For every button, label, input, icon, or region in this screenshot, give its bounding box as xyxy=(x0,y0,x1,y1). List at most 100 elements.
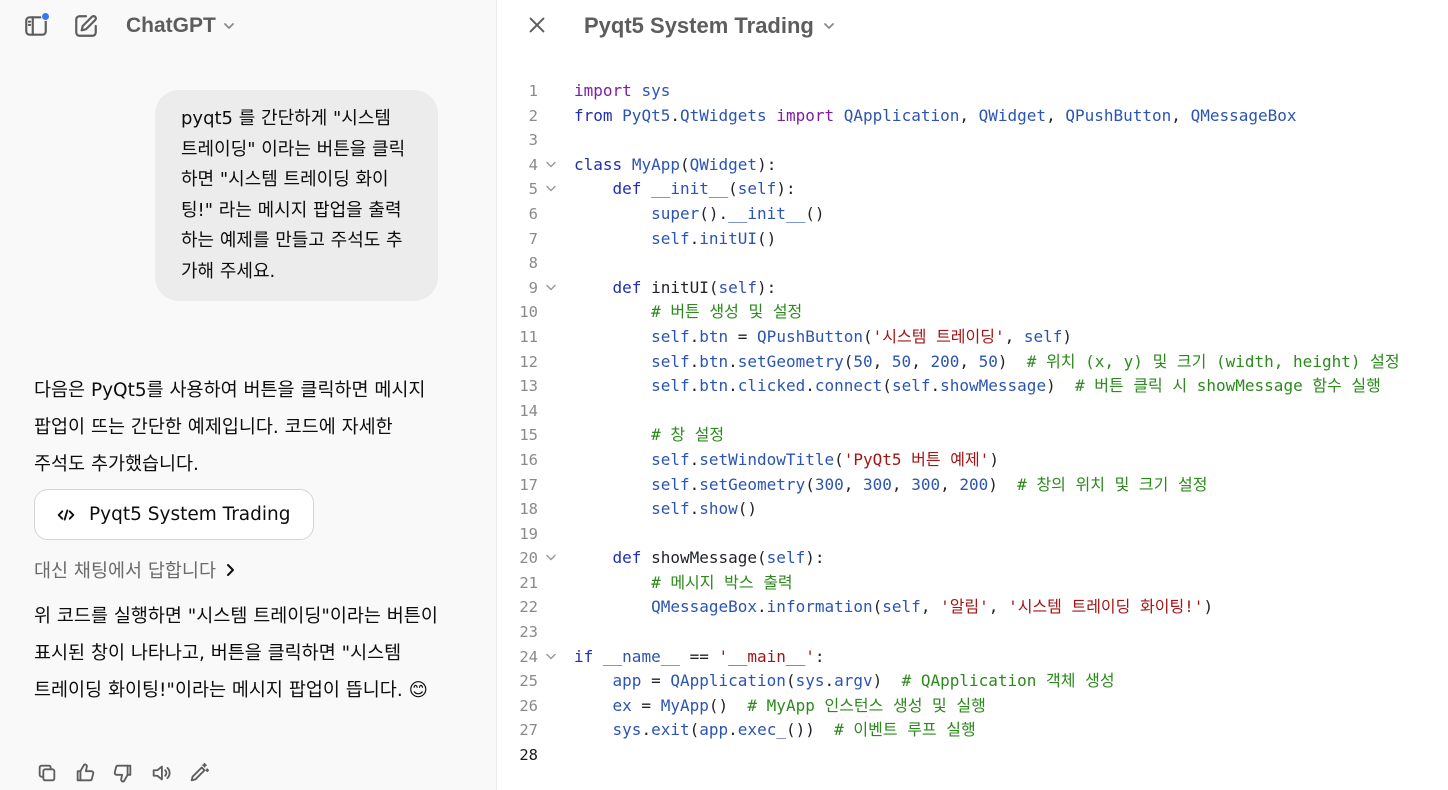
code-line[interactable]: 1 import sys xyxy=(498,79,1448,104)
fold-chevron-icon[interactable] xyxy=(545,185,557,193)
code-token: __init__ xyxy=(728,203,806,223)
code-line[interactable]: 11 self.btn = QPushButton('시스템 트레이딩', se… xyxy=(498,325,1448,350)
code-line[interactable]: 6 super().__init__() xyxy=(498,202,1448,227)
code-token: ( xyxy=(728,179,738,199)
code-token: ( xyxy=(843,351,854,371)
fold-chevron-icon[interactable] xyxy=(545,554,557,562)
document-title-menu[interactable]: Pyqt5 System Trading xyxy=(584,10,836,42)
code-line-content: self.btn = QPushButton('시스템 트레이딩', self) xyxy=(574,325,1072,350)
code-token: , xyxy=(872,351,892,371)
code-token: ex xyxy=(612,695,632,715)
code-token: = xyxy=(641,671,671,691)
code-token: app xyxy=(699,720,729,740)
code-token: ) xyxy=(989,449,999,469)
code-line[interactable]: 8 xyxy=(498,251,1448,276)
code-line[interactable]: 23 xyxy=(498,620,1448,645)
code-token: # 메시지 박스 출력 xyxy=(651,572,793,592)
code-line[interactable]: 10 # 버튼 생성 및 설정 xyxy=(498,300,1448,325)
thumbs-down-button[interactable] xyxy=(110,760,136,786)
code-line-content: def __init__(self): xyxy=(574,177,796,202)
answer-in-chat-link[interactable]: 대신 채팅에서 답합니다 xyxy=(34,555,238,585)
code-token: ): xyxy=(757,154,777,174)
code-line[interactable]: 26 ex = MyApp() # MyApp 인스턴스 생성 및 실행 xyxy=(498,694,1448,719)
thumbs-up-icon xyxy=(76,763,95,782)
code-token: PyQt5 xyxy=(622,105,671,125)
thumbs-up-button[interactable] xyxy=(72,760,98,786)
code-token: btn xyxy=(699,376,729,396)
code-line[interactable]: 14 xyxy=(498,399,1448,424)
code-line[interactable]: 17 self.setGeometry(300, 300, 300, 200) … xyxy=(498,473,1448,498)
code-token: () xyxy=(708,695,748,715)
code-line[interactable]: 27 sys.exit(app.exec_()) # 이벤트 루프 실행 xyxy=(498,718,1448,743)
code-line[interactable]: 19 xyxy=(498,522,1448,547)
code-line[interactable]: 24 if __name__ == '__main__': xyxy=(498,645,1448,670)
code-line[interactable]: 28 xyxy=(498,743,1448,768)
code-line[interactable]: 18 self.show() xyxy=(498,497,1448,522)
code-canvas: Pyqt5 System Trading 1 import sys 2 from Py… xyxy=(498,0,1448,790)
code-token: . xyxy=(641,720,652,740)
code-line[interactable]: 5 def __init__(self): xyxy=(498,177,1448,202)
code-token: class xyxy=(574,154,623,174)
code-token: self xyxy=(651,228,690,248)
code-line[interactable]: 4 class MyApp(QWidget): xyxy=(498,153,1448,178)
code-line[interactable]: 22 QMessageBox.information(self, '알림', '… xyxy=(498,595,1448,620)
code-token: , xyxy=(1171,105,1191,125)
code-line[interactable]: 2 from PyQt5.QtWidgets import QApplicatio… xyxy=(498,104,1448,129)
code-token: 300 xyxy=(814,474,844,494)
edit-in-canvas-button[interactable] xyxy=(186,760,212,786)
code-token: self xyxy=(1023,326,1063,346)
code-token: ( xyxy=(872,597,883,617)
line-number: 5 xyxy=(528,180,538,199)
sidebar-toggle-button[interactable] xyxy=(20,10,52,42)
fold-chevron-icon[interactable] xyxy=(545,161,557,169)
code-token: import xyxy=(574,81,632,100)
code-line[interactable]: 12 self.btn.setGeometry(50, 50, 200, 50)… xyxy=(498,350,1448,375)
code-token: '시스템 트레이딩' xyxy=(872,326,1005,346)
code-line[interactable]: 3 xyxy=(498,128,1448,153)
read-aloud-button[interactable] xyxy=(148,760,174,786)
canvas-card-button[interactable]: Pyqt5 System Trading xyxy=(34,489,314,540)
close-canvas-button[interactable] xyxy=(522,10,552,40)
assistant-intro-text: 다음은 PyQt5를 사용하여 버튼을 클릭하면 메시지 팝업이 뜨는 간단한 … xyxy=(34,380,426,475)
code-token: . xyxy=(728,376,738,396)
line-number: 19 xyxy=(519,524,538,543)
code-token: __init__ xyxy=(651,179,729,199)
code-line[interactable]: 15 # 창 설정 xyxy=(498,423,1448,448)
code-token: 300 xyxy=(911,474,941,494)
code-token: , xyxy=(920,597,941,617)
code-editor[interactable]: 1 import sys 2 from PyQt5.QtWidgets import … xyxy=(498,79,1448,768)
code-line-content: QMessageBox.information(self, '알림', '시스템… xyxy=(574,595,1213,620)
code-token: () xyxy=(737,499,758,519)
code-token: showMessage( xyxy=(641,548,767,568)
code-line[interactable]: 20 def showMessage(self): xyxy=(498,546,1448,571)
code-line[interactable]: 16 self.setWindowTitle('PyQt5 버튼 예제') xyxy=(498,448,1448,473)
new-chat-button[interactable] xyxy=(70,10,102,42)
code-token: , xyxy=(1046,105,1066,125)
code-line[interactable]: 21 # 메시지 박스 출력 xyxy=(498,571,1448,596)
code-token: . xyxy=(689,376,700,396)
code-line[interactable]: 9 def initUI(self): xyxy=(498,276,1448,301)
line-number: 15 xyxy=(519,426,538,445)
code-line[interactable]: 7 self.initUI() xyxy=(498,227,1448,252)
code-token: , xyxy=(843,474,864,494)
fold-chevron-icon[interactable] xyxy=(545,653,557,661)
code-token: 300 xyxy=(863,474,892,494)
code-token: ( xyxy=(679,154,690,174)
code-token: (). xyxy=(699,203,729,223)
chevron-right-icon xyxy=(226,564,234,576)
code-token: ( xyxy=(863,326,873,346)
model-selector[interactable]: ChatGPT xyxy=(126,12,236,40)
line-number: 18 xyxy=(519,500,538,519)
copy-button[interactable] xyxy=(34,760,60,786)
code-line[interactable]: 13 self.btn.clicked.connect(self.showMes… xyxy=(498,374,1448,399)
fold-chevron-icon[interactable] xyxy=(545,284,557,292)
code-line[interactable]: 25 app = QApplication(sys.argv) # QAppli… xyxy=(498,669,1448,694)
code-token: , xyxy=(959,351,979,371)
code-token: show xyxy=(699,499,738,519)
code-line-content: # 메시지 박스 출력 xyxy=(574,571,793,596)
code-token: 200 xyxy=(959,474,989,494)
